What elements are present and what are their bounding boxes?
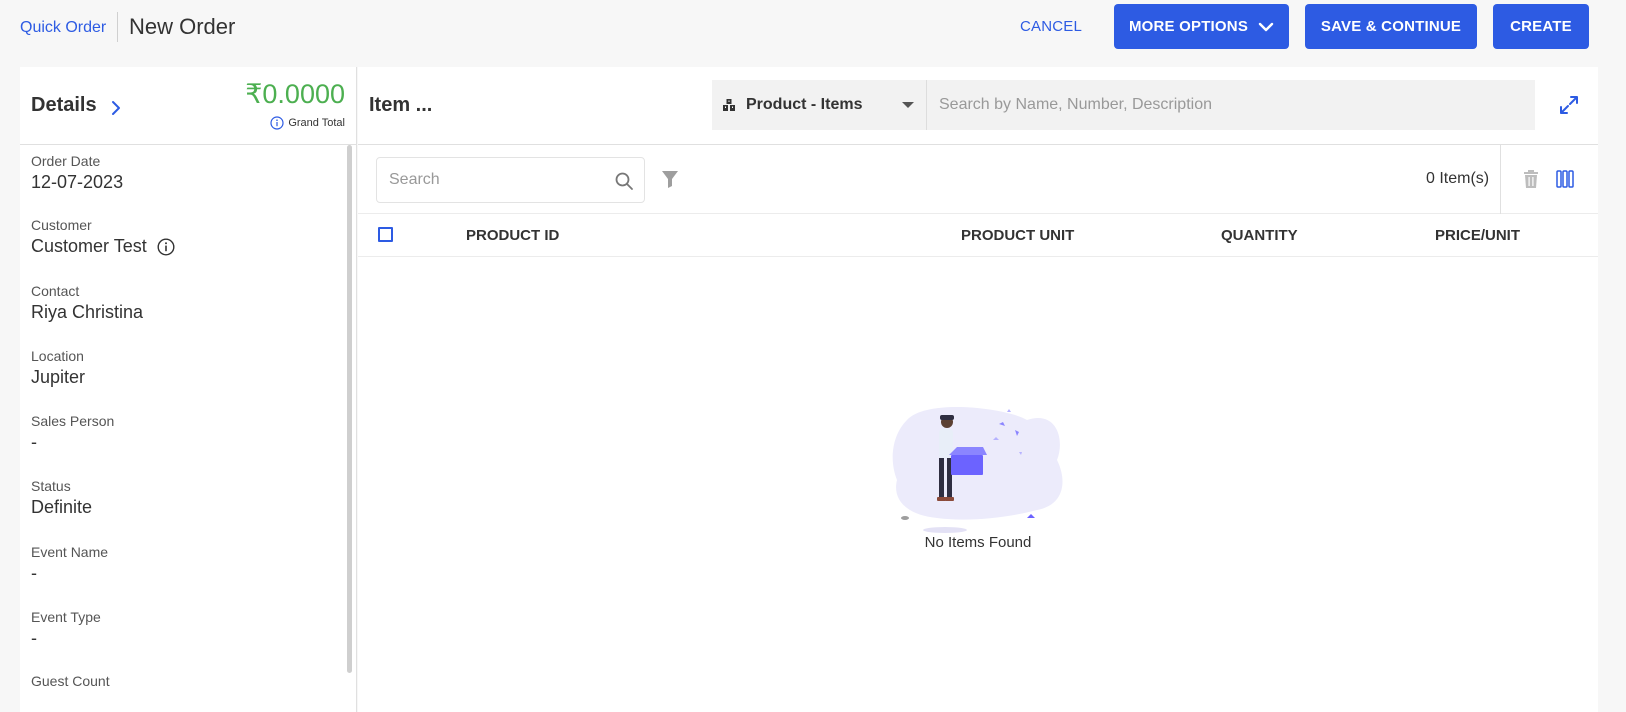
page-title: New Order <box>129 14 236 39</box>
field-value: Customer Test <box>31 236 175 257</box>
info-icon[interactable] <box>157 237 175 256</box>
breadcrumb-quick-order[interactable]: Quick Order <box>20 19 106 37</box>
status-value: Definite <box>31 497 93 517</box>
empty-state-illustration <box>892 406 1063 533</box>
more-options-label: MORE OPTIONS <box>1128 18 1249 35</box>
save-continue-label: SAVE & CONTINUE <box>1320 18 1462 35</box>
items-header: Item ... Product - Items Search by Name,… <box>358 67 1598 145</box>
field-label: Contact <box>31 283 80 299</box>
contact-value: Riya Christina <box>31 302 144 322</box>
field-label: Event Type <box>31 609 101 625</box>
item-count: 0 Item(s) <box>1426 170 1490 187</box>
column-header-quantity[interactable]: QUANTITY <box>1221 227 1298 244</box>
grand-total-label: Grand Total <box>288 117 345 129</box>
field-location: Location Jupiter <box>31 348 85 388</box>
product-type-select[interactable]: Product - Items <box>712 80 927 130</box>
grand-total-amount: ₹0.0000 <box>245 79 345 109</box>
product-type-label: Product - Items <box>746 96 863 113</box>
items-table-header: PRODUCT ID PRODUCT UNIT QUANTITY PRICE/U… <box>358 214 1598 257</box>
field-status: Status Definite <box>31 478 92 518</box>
trash-icon[interactable] <box>1522 169 1540 189</box>
items-search-placeholder: Search <box>389 171 440 188</box>
location-value: Jupiter <box>31 367 86 387</box>
breadcrumb-divider <box>117 12 118 42</box>
cancel-button-label: CANCEL <box>1019 18 1083 35</box>
cancel-button[interactable]: CANCEL <box>1008 4 1094 49</box>
field-value: Definite <box>31 497 92 518</box>
expand-icon[interactable] <box>1558 94 1580 116</box>
field-value: - <box>31 628 101 649</box>
product-search-input[interactable]: Search by Name, Number, Description <box>927 80 1535 130</box>
field-value: 12-07-2023 <box>31 172 123 193</box>
field-order-date: Order Date 12-07-2023 <box>31 153 123 193</box>
field-label: Order Date <box>31 153 101 169</box>
column-header-price-unit[interactable]: PRICE/UNIT <box>1435 227 1520 244</box>
empty-state-text: No Items Found <box>924 534 1032 551</box>
field-label: Location <box>31 348 84 364</box>
create-button[interactable]: CREATE <box>1493 4 1589 49</box>
items-toolbar: Search 0 Item(s) <box>358 145 1598 214</box>
items-panel: Item ... Product - Items Search by Name,… <box>358 67 1598 712</box>
sales-person-value: - <box>31 432 37 452</box>
items-title: Item ... <box>369 94 433 116</box>
field-value: Jupiter <box>31 367 85 388</box>
customer-value: Customer Test <box>31 236 147 256</box>
event-type-value: - <box>31 628 37 648</box>
details-header: Details ₹0.0000 Grand Total <box>20 67 357 145</box>
field-sales-person: Sales Person - <box>31 413 114 453</box>
field-event-type: Event Type - <box>31 609 101 649</box>
search-icon[interactable] <box>614 171 634 191</box>
field-customer: Customer Customer Test <box>31 217 175 257</box>
column-header-product-unit[interactable]: PRODUCT UNIT <box>961 227 1074 244</box>
field-value: - <box>31 432 114 453</box>
columns-icon[interactable] <box>1556 169 1574 189</box>
field-contact: Contact Riya Christina <box>31 283 143 323</box>
field-guest-count: Guest Count <box>31 673 110 689</box>
top-bar: Quick Order New Order CANCEL MORE OPTION… <box>0 0 1626 56</box>
product-search-placeholder: Search by Name, Number, Description <box>939 96 1212 113</box>
field-label: Sales Person <box>31 413 115 429</box>
chevron-down-icon <box>1258 22 1274 31</box>
toolbar-divider <box>1500 145 1501 214</box>
event-name-value: - <box>31 563 37 583</box>
field-label: Customer <box>31 217 92 233</box>
product-items-icon <box>723 99 735 111</box>
create-label: CREATE <box>1510 18 1572 35</box>
field-value: - <box>31 563 108 584</box>
order-date-value: 12-07-2023 <box>31 172 124 192</box>
details-scrollbar[interactable] <box>347 145 352 673</box>
field-label: Status <box>31 478 71 494</box>
filter-icon[interactable] <box>661 169 679 189</box>
save-continue-button[interactable]: SAVE & CONTINUE <box>1305 4 1477 49</box>
field-label: Event Name <box>31 544 109 560</box>
items-search-input[interactable]: Search <box>376 157 645 203</box>
select-all-checkbox[interactable] <box>378 227 393 242</box>
more-options-button[interactable]: MORE OPTIONS <box>1114 4 1289 49</box>
chevron-right-icon[interactable] <box>108 98 124 118</box>
info-icon[interactable] <box>270 116 284 130</box>
grand-total-label-row: Grand Total <box>270 116 345 130</box>
column-header-product-id[interactable]: PRODUCT ID <box>466 227 559 244</box>
details-title: Details <box>31 94 97 116</box>
field-value: Riya Christina <box>31 302 143 323</box>
caret-down-icon <box>902 102 914 108</box>
details-panel: Details ₹0.0000 Grand Total Order Date 1… <box>20 67 357 712</box>
field-label: Guest Count <box>31 673 110 689</box>
field-event-name: Event Name - <box>31 544 108 584</box>
